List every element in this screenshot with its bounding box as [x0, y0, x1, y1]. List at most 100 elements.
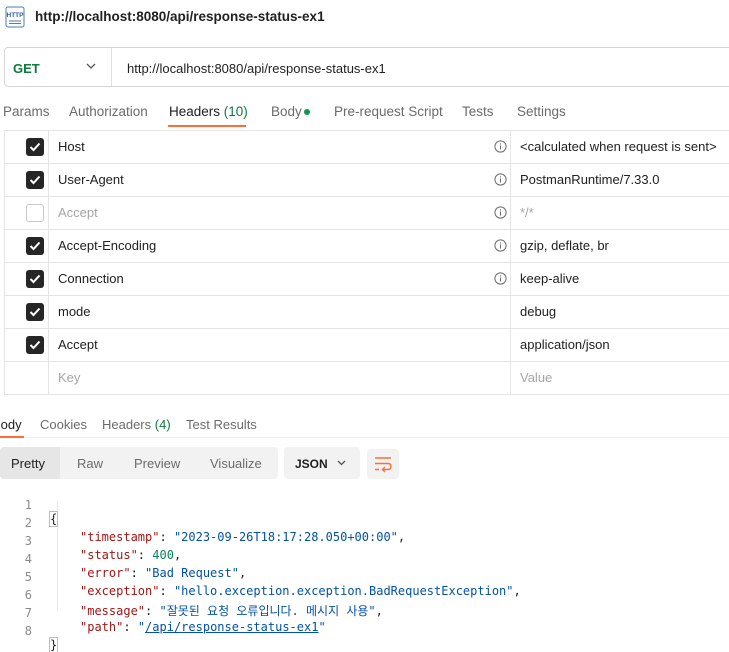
header-key[interactable]: mode: [58, 304, 91, 319]
json-value: "2023-09-26T18:17:28.050+00:00": [173, 530, 398, 544]
header-key[interactable]: Connection: [58, 271, 124, 286]
tab-label: Body: [271, 104, 302, 119]
line-number: 5: [24, 570, 32, 584]
header-enabled-checkbox[interactable]: [26, 204, 44, 222]
response-tab-body[interactable]: Body: [0, 417, 22, 432]
tab-label: Headers: [102, 417, 152, 432]
json-link-value[interactable]: /api/response-status-ex1: [145, 620, 318, 634]
tab-tests[interactable]: Tests: [462, 104, 494, 119]
info-icon[interactable]: [494, 140, 507, 153]
tab-label: Pre-request Script: [334, 104, 443, 119]
header-enabled-checkbox[interactable]: [26, 171, 44, 189]
table-row: mode debug: [4, 295, 729, 328]
response-tab-headers[interactable]: Headers (4): [102, 417, 171, 432]
header-key[interactable]: Accept: [58, 205, 98, 220]
code-line: 1 {: [0, 484, 59, 527]
header-value-input[interactable]: Value: [520, 370, 552, 385]
line-number: 4: [24, 552, 32, 566]
header-enabled-checkbox[interactable]: [26, 138, 44, 156]
info-icon[interactable]: [494, 239, 507, 252]
code-line: 7 "path": "/api/response-status-ex1": [0, 592, 326, 634]
url-input[interactable]: http://localhost:8080/api/response-statu…: [127, 61, 386, 76]
table-row: Accept-Encoding gzip, deflate, br: [4, 229, 729, 262]
tab-authorization[interactable]: Authorization: [69, 104, 148, 119]
json-value: "Bad Request": [145, 566, 239, 580]
json-key: "message": [80, 604, 146, 618]
header-key[interactable]: Host: [58, 139, 85, 154]
header-enabled-checkbox[interactable]: [26, 303, 44, 321]
response-tab-cookies[interactable]: Cookies: [40, 417, 87, 432]
tab-body[interactable]: Body: [271, 104, 302, 119]
line-number: 1: [24, 498, 32, 512]
active-response-tab-indicator: [0, 436, 24, 438]
json-value: "잘못된 요청 오류입니다. 메시지 사용": [159, 604, 376, 618]
new-header-row: Key Value: [4, 361, 729, 394]
json-key: "path": [80, 620, 124, 634]
title-bar: HTTP http://localhost:8080/api/response-…: [0, 0, 729, 34]
url-divider: [111, 48, 112, 86]
header-value[interactable]: gzip, deflate, br: [520, 238, 609, 253]
method-select[interactable]: GET: [13, 61, 40, 76]
header-key[interactable]: User-Agent: [58, 172, 124, 187]
view-raw-button[interactable]: Raw: [77, 456, 103, 471]
table-bottom-border: [4, 394, 729, 395]
body-indicator-dot: [304, 109, 310, 115]
request-title[interactable]: http://localhost:8080/api/response-statu…: [35, 9, 325, 24]
header-enabled-checkbox[interactable]: [26, 336, 44, 354]
header-value[interactable]: */*: [520, 205, 534, 220]
http-icon: HTTP: [5, 6, 25, 28]
code-line: 4 "error": "Bad Request",: [0, 538, 246, 580]
header-value[interactable]: <calculated when request is sent>: [520, 139, 717, 154]
tab-label: Settings: [517, 104, 566, 119]
tab-label: Tests: [462, 104, 494, 119]
chevron-down-icon: [337, 460, 346, 466]
view-preview-button[interactable]: Preview: [134, 456, 180, 471]
tab-headers[interactable]: Headers (10): [169, 104, 248, 119]
line-number: 7: [24, 606, 32, 620]
header-key[interactable]: Accept-Encoding: [58, 238, 156, 253]
response-tabs-divider: [0, 437, 729, 438]
line-number: 2: [24, 516, 32, 530]
header-key[interactable]: Accept: [58, 337, 98, 352]
table-row: Host <calculated when request is sent>: [4, 130, 729, 163]
tab-settings[interactable]: Settings: [517, 104, 566, 119]
header-value[interactable]: debug: [520, 304, 556, 319]
chevron-down-icon[interactable]: [85, 60, 97, 72]
header-enabled-checkbox[interactable]: [26, 237, 44, 255]
line-number: 3: [24, 534, 32, 548]
response-tab-test-results[interactable]: Test Results: [186, 417, 257, 432]
header-value[interactable]: keep-alive: [520, 271, 579, 286]
table-row: Accept */*: [4, 196, 729, 229]
open-brace: {: [48, 511, 59, 527]
active-tab-indicator: [168, 125, 246, 127]
tab-pre-request-script[interactable]: Pre-request Script: [334, 104, 443, 119]
code-line: 2 "timestamp": "2023-09-26T18:17:28.050+…: [0, 502, 405, 544]
json-value: "hello.exception.exception.BadRequestExc…: [173, 584, 514, 598]
info-icon[interactable]: [494, 206, 507, 219]
view-visualize-button[interactable]: Visualize: [210, 456, 262, 471]
json-key: "exception": [80, 584, 160, 598]
view-pretty-button[interactable]: Pretty: [11, 456, 45, 471]
close-brace: }: [48, 637, 59, 652]
svg-text:HTTP: HTTP: [7, 12, 25, 19]
code-line: 8 }: [0, 610, 59, 652]
json-key: "timestamp": [80, 530, 160, 544]
table-row: Accept application/json: [4, 328, 729, 361]
tab-label: Headers: [169, 104, 221, 119]
json-value: 400: [152, 548, 174, 562]
tab-params[interactable]: Params: [3, 104, 50, 119]
json-key: "status": [80, 548, 138, 562]
info-icon[interactable]: [494, 272, 507, 285]
code-line: 6 "message": "잘못된 요청 오류입니다. 메시지 사용",: [0, 574, 383, 618]
tab-label: Params: [3, 104, 50, 119]
tab-count: (10): [223, 104, 248, 119]
tab-count: (4): [154, 417, 171, 432]
code-line: 3 "status": 400,: [0, 520, 181, 562]
info-icon[interactable]: [494, 173, 507, 186]
header-key-input[interactable]: Key: [58, 370, 80, 385]
json-key: "error": [80, 566, 131, 580]
header-enabled-checkbox[interactable]: [26, 270, 44, 288]
header-value[interactable]: PostmanRuntime/7.33.0: [520, 172, 659, 187]
table-row: Connection keep-alive: [4, 262, 729, 295]
header-value[interactable]: application/json: [520, 337, 610, 352]
